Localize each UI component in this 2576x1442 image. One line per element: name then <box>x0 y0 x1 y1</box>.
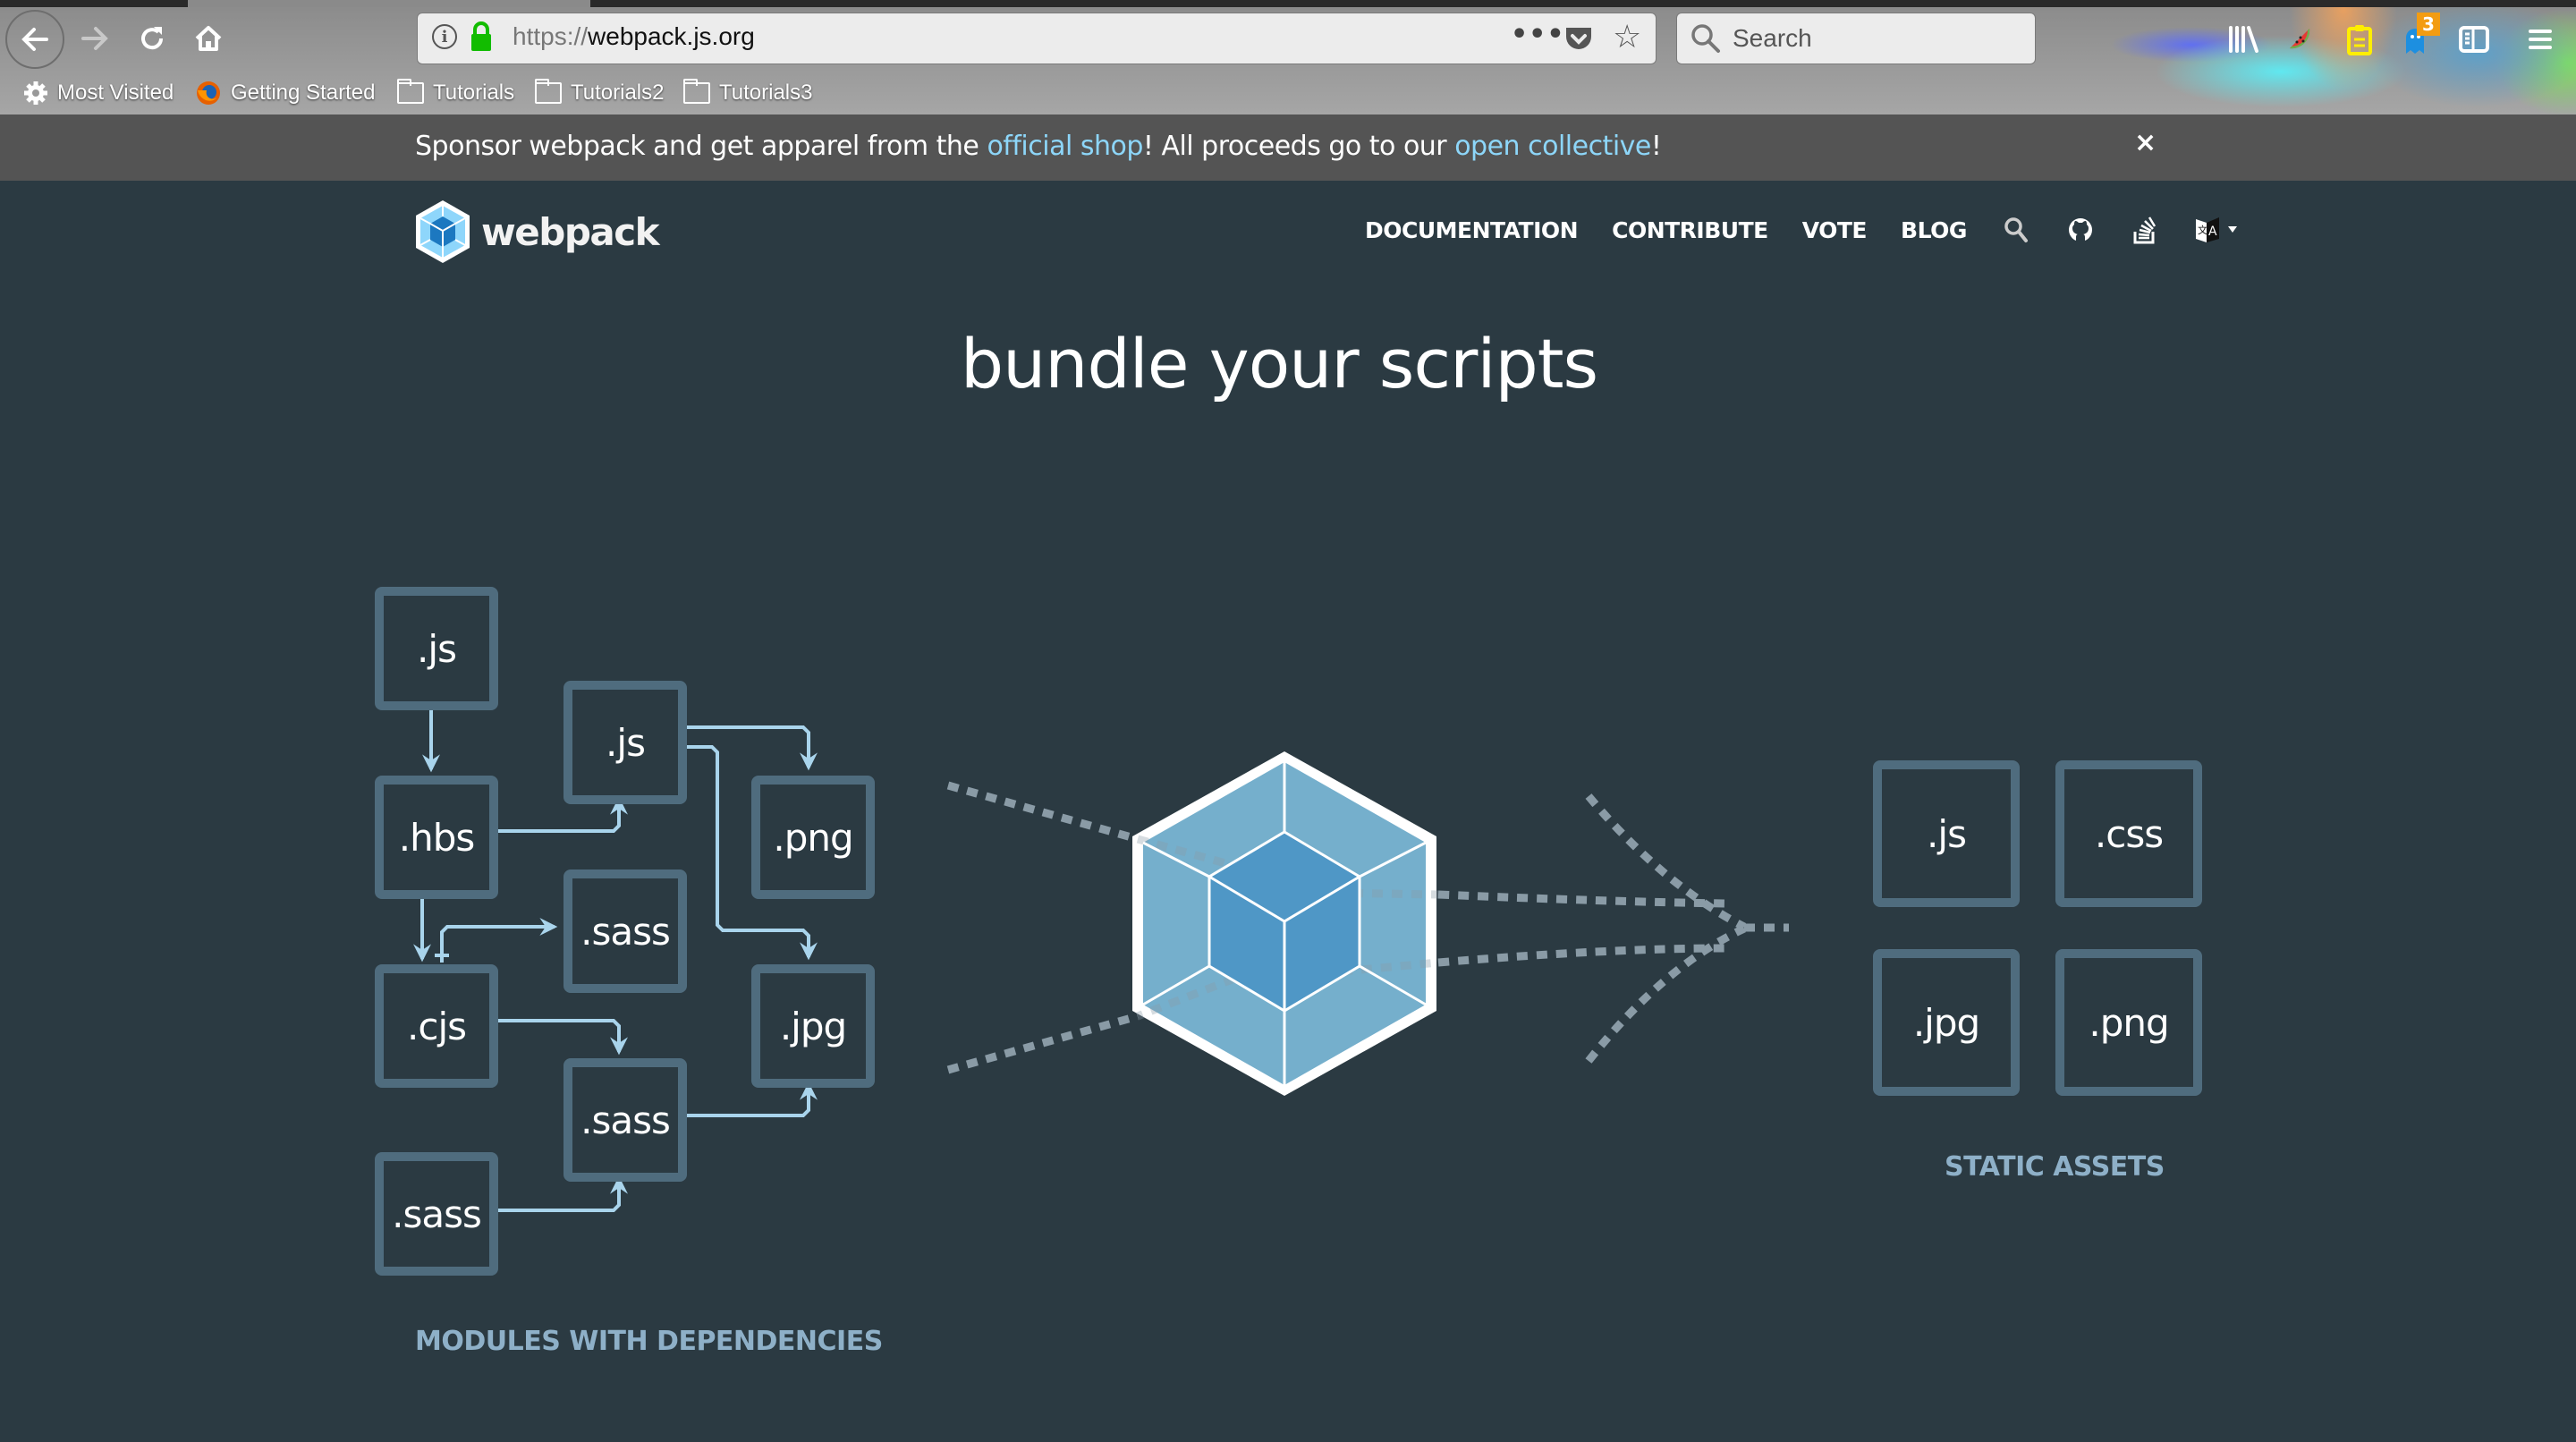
static-assets-label: STATIC ASSETS <box>1945 1151 2165 1183</box>
dashed-stream-in-top <box>946 781 1140 844</box>
arrow-cjs-to-sass2 <box>492 1019 628 1056</box>
arrow-sass3-to-sass2 <box>492 1175 628 1212</box>
module-box-jpg: .jpg <box>751 964 875 1088</box>
modules-label: MODULES WITH DEPENDENCIES <box>415 1326 883 1357</box>
arrow-sass-to-jpg <box>680 1082 818 1117</box>
module-box-sass: .sass <box>564 869 687 993</box>
asset-box-jpg: .jpg <box>1873 949 2020 1096</box>
asset-box-css: .css <box>2055 760 2202 907</box>
dashed-stream-in-bottom <box>946 1012 1140 1074</box>
webpack-cube-icon <box>1132 751 1439 1096</box>
module-box-js: .js <box>564 681 687 804</box>
module-box-sass: .sass <box>375 1152 498 1276</box>
module-box-cjs: .cjs <box>375 964 498 1088</box>
dashed-stream-out-top <box>1437 890 1727 908</box>
module-box-js: .js <box>375 587 498 710</box>
asset-box-js: .js <box>1873 760 2020 907</box>
bundle-diagram: .js .js .hbs .png .sass .cjs .jpg .sass … <box>0 0 2576 1442</box>
module-box-hbs: .hbs <box>375 776 498 899</box>
arrow-hbs-to-js <box>492 796 628 833</box>
dashed-stream-out-bottom <box>1437 944 1727 967</box>
asset-box-png: .png <box>2055 949 2202 1096</box>
module-box-sass: .sass <box>564 1058 687 1182</box>
arrow-cjs-to-sass <box>440 918 558 963</box>
module-box-png: .png <box>751 776 875 899</box>
